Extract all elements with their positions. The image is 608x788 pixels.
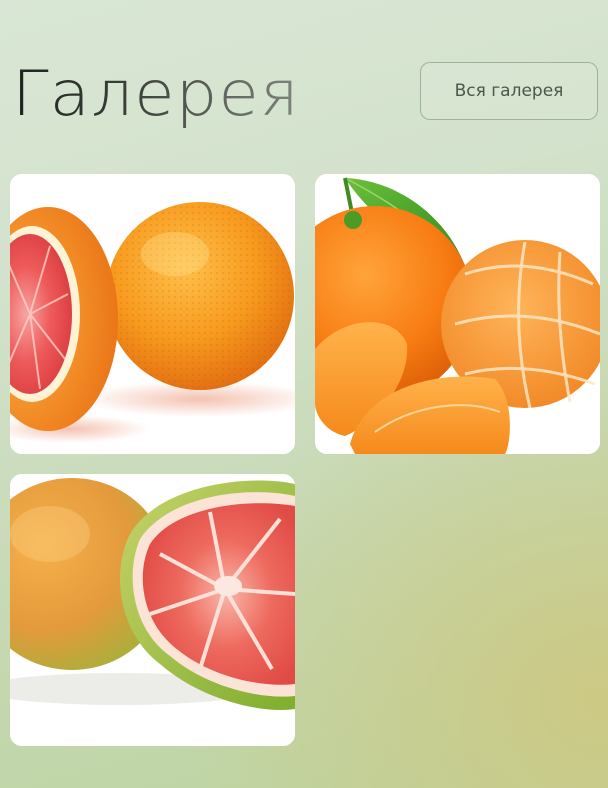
gallery-image-pomelo[interactable]: [10, 474, 295, 746]
pomelo-image: [10, 474, 295, 746]
gallery-image-tangerine[interactable]: [315, 174, 600, 454]
tangerine-image: [315, 174, 600, 454]
all-gallery-button[interactable]: Вся галерея: [420, 62, 598, 120]
grapefruit-image: [10, 174, 295, 454]
page-title: Галерея: [12, 57, 300, 130]
gallery-image-grapefruit[interactable]: [10, 174, 295, 454]
